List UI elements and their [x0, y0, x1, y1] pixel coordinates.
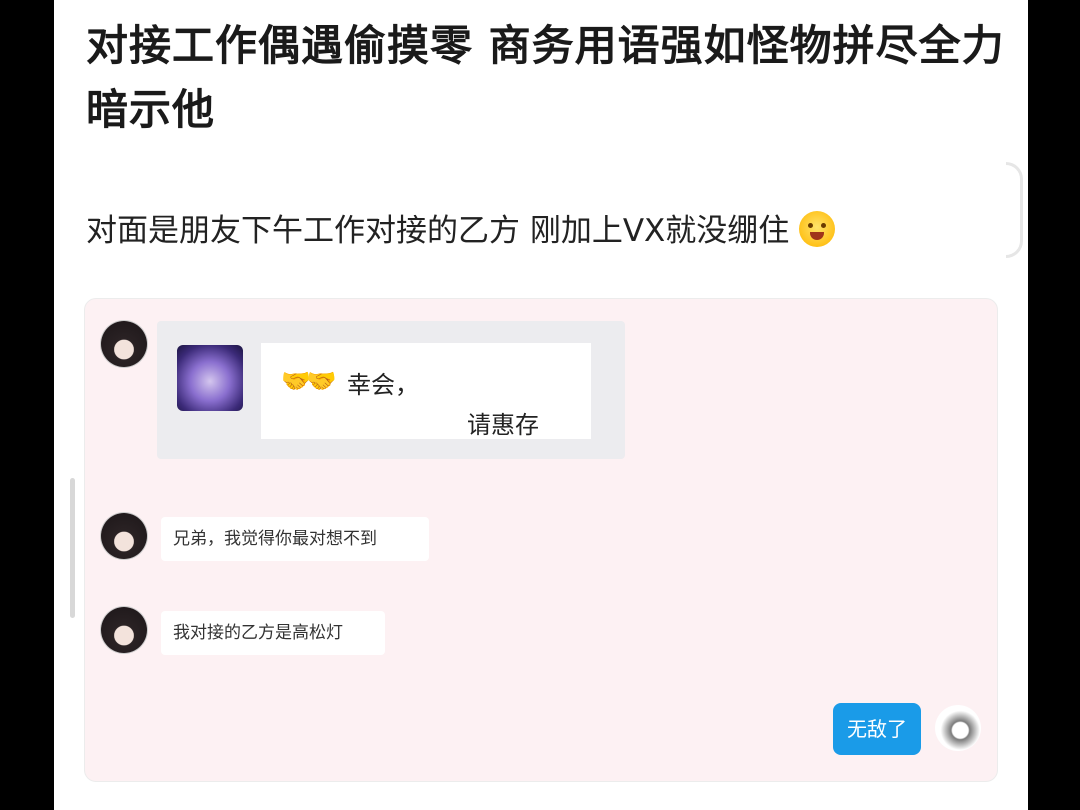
- card-avatar: [177, 345, 243, 411]
- grinning-face-emoji-icon: [799, 211, 836, 247]
- sender-avatar[interactable]: [101, 513, 147, 559]
- sent-message-bubble[interactable]: 无敌了: [833, 703, 921, 755]
- right-scroll-handle[interactable]: [1006, 162, 1023, 258]
- sender-avatar[interactable]: [101, 321, 147, 367]
- message-bubble[interactable]: 我对接的乙方是高松灯: [161, 611, 385, 655]
- post-page: 对接工作偶遇偷摸零 商务用语强如怪物拼尽全力暗示他 对面是朋友下午工作对接的乙方…: [54, 0, 1028, 810]
- post-description-line: 对面是朋友下午工作对接的乙方 刚加上VX就没绷住: [86, 206, 1006, 256]
- left-scrollbar[interactable]: [70, 478, 75, 618]
- card-greeting: 幸会，: [347, 371, 419, 399]
- message-bubble[interactable]: 兄弟，我觉得你最对想不到: [161, 517, 429, 561]
- post-title: 对接工作偶遇偷摸零 商务用语强如怪物拼尽全力暗示他: [86, 21, 1005, 134]
- own-avatar[interactable]: [935, 705, 981, 751]
- post-description: 对面是朋友下午工作对接的乙方 刚加上VX就没绷住: [86, 213, 790, 249]
- card-reply: 请惠存: [467, 411, 539, 439]
- shared-card[interactable]: 🤝🤝 幸会， 请惠存: [157, 321, 625, 459]
- chat-screenshot: 🤝🤝 幸会， 请惠存 兄弟，我觉得你最对想不到 我对接的乙方是高松灯 无敌了: [84, 298, 998, 782]
- handshake-icon: 🤝🤝: [281, 367, 337, 395]
- card-content: 🤝🤝 幸会， 请惠存: [261, 343, 591, 439]
- sender-avatar[interactable]: [101, 607, 147, 653]
